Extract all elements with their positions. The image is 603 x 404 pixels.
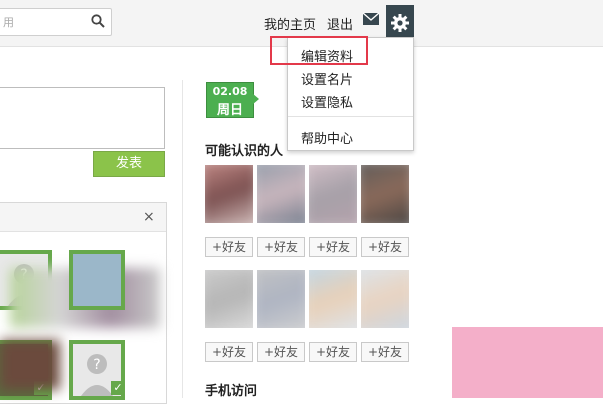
people-section-title: 可能认识的人	[205, 144, 284, 159]
nav-home-link[interactable]: 我的主页	[264, 14, 316, 33]
person-photo[interactable]	[309, 270, 357, 328]
add-friend-button[interactable]: +好友	[257, 237, 305, 257]
settings-gear-button[interactable]	[386, 5, 414, 41]
add-friend-button[interactable]: +好友	[257, 342, 305, 362]
panel-header: ×	[0, 203, 166, 232]
date-badge: 02.08 周日	[206, 82, 254, 118]
search-box[interactable]: 用	[0, 8, 112, 36]
close-icon[interactable]: ×	[143, 209, 155, 225]
menu-item-privacy-settings[interactable]: 设置隐私	[301, 92, 353, 111]
person-photo[interactable]	[205, 165, 253, 223]
date-badge-tail	[252, 93, 259, 105]
person-photo[interactable]	[257, 270, 305, 328]
date-day: 02.08	[212, 85, 248, 98]
date-weekday: 周日	[216, 103, 243, 118]
menu-item-card-settings[interactable]: 设置名片	[301, 69, 353, 88]
add-friend-button[interactable]: +好友	[205, 237, 253, 257]
nav-logout-link[interactable]: 退出	[327, 14, 353, 33]
post-button[interactable]: 发表	[93, 151, 165, 177]
person-photo[interactable]	[309, 165, 357, 223]
column-divider	[182, 80, 183, 398]
status-textarea[interactable]	[0, 87, 165, 149]
add-friend-button[interactable]: +好友	[205, 342, 253, 362]
highlight-box	[270, 36, 368, 65]
person-photo[interactable]	[205, 270, 253, 328]
corner-overlay	[452, 327, 603, 398]
mobile-section-title: 手机访问	[205, 384, 258, 399]
menu-item-help-center[interactable]: 帮助中心	[301, 128, 353, 147]
search-icon[interactable]	[91, 14, 105, 28]
check-icon: ✓	[111, 381, 125, 395]
menu-divider	[288, 116, 413, 117]
person-photo[interactable]	[361, 165, 409, 223]
blurred-photo	[0, 340, 60, 390]
add-friend-button[interactable]: +好友	[361, 237, 409, 257]
add-friend-button[interactable]: +好友	[361, 342, 409, 362]
add-friend-button[interactable]: +好友	[309, 237, 357, 257]
add-friend-button[interactable]: +好友	[309, 342, 357, 362]
person-photo[interactable]	[361, 270, 409, 328]
friend-thumb[interactable]	[69, 250, 125, 310]
search-input[interactable]: 用	[3, 14, 14, 30]
svg-text:?: ?	[93, 357, 100, 373]
mail-icon[interactable]	[362, 11, 380, 27]
person-photo[interactable]	[257, 165, 305, 223]
gear-icon	[391, 14, 409, 32]
